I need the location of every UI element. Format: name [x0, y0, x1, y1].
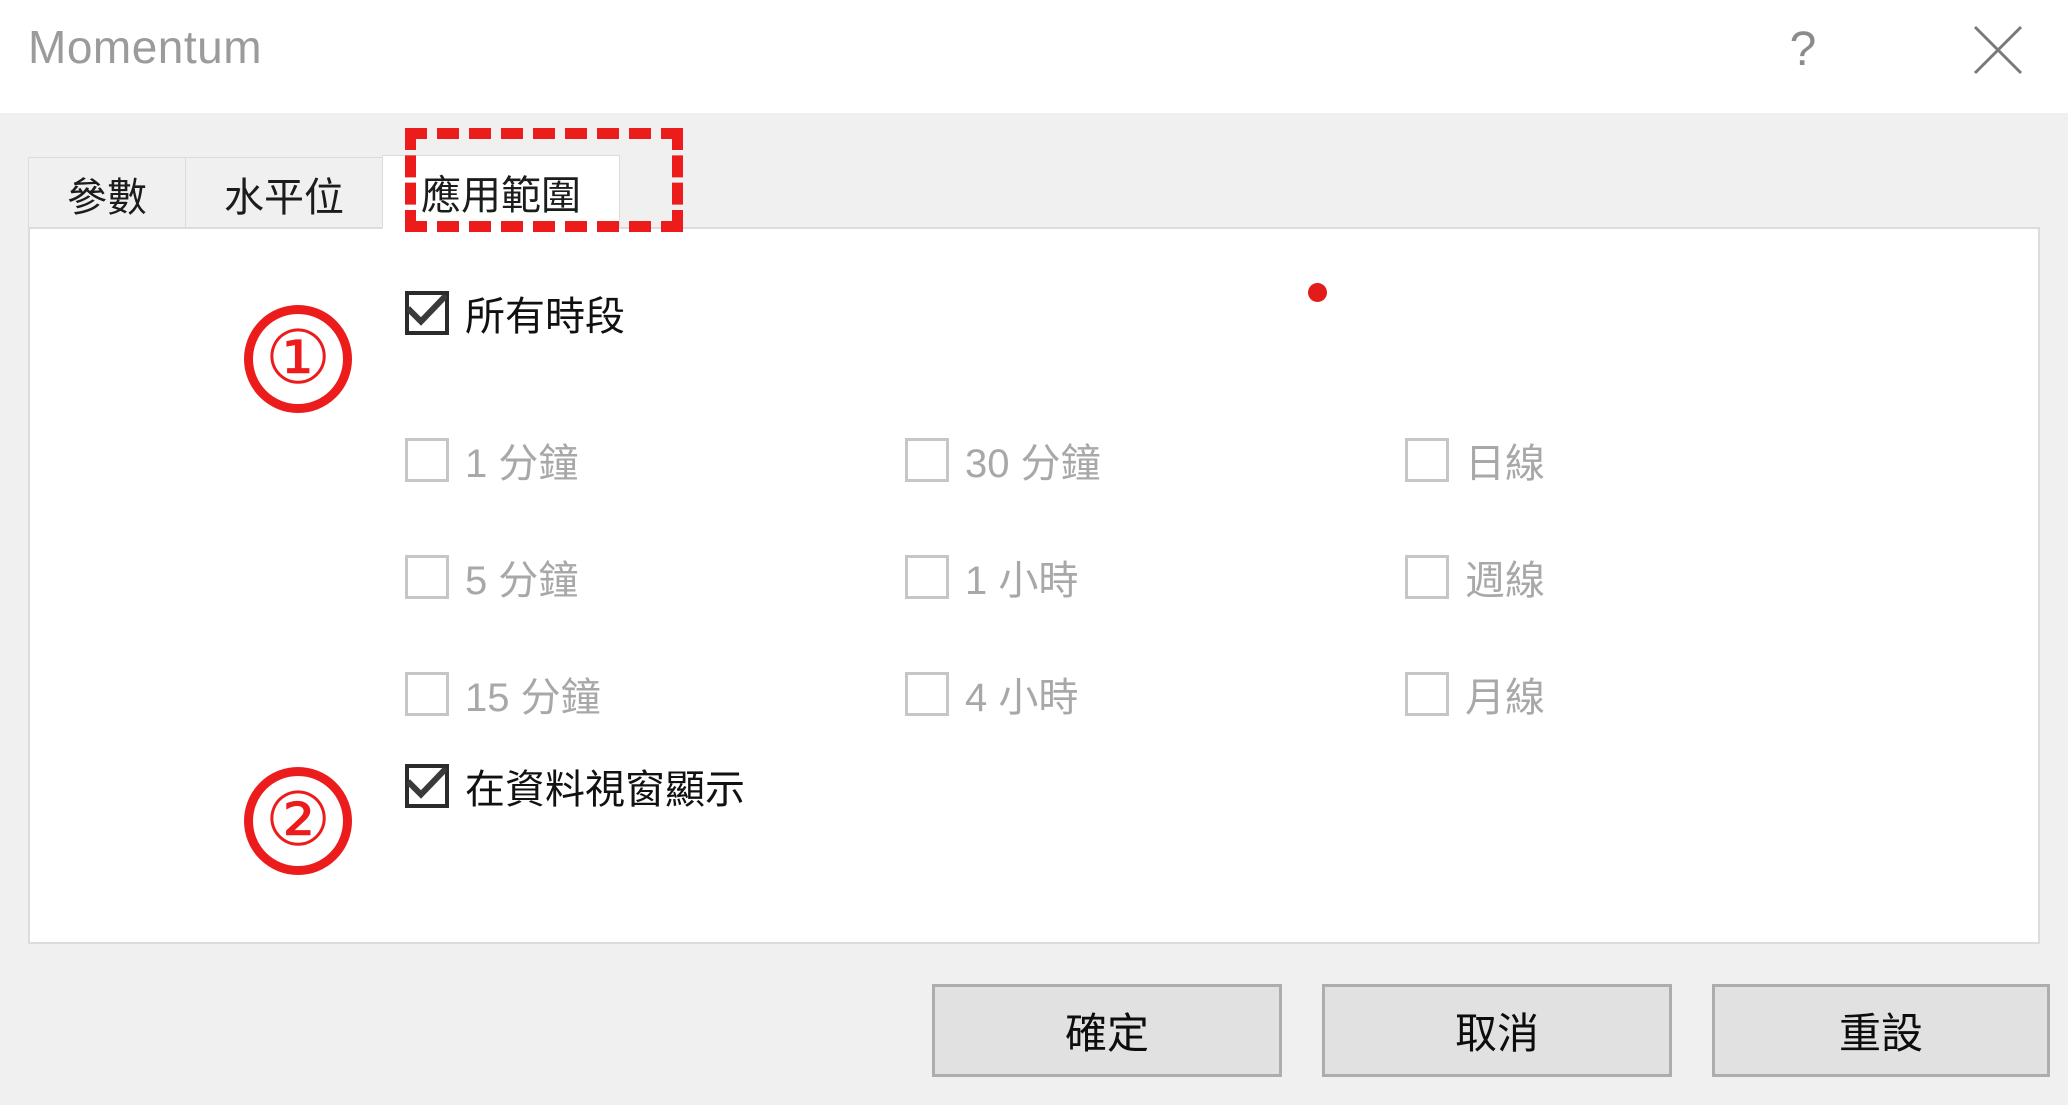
checkbox-4-hours-box[interactable]	[905, 671, 949, 716]
tab-apply-range[interactable]: 應用範圍	[382, 155, 620, 229]
momentum-dialog: Momentum ? 參數 水平位 應用範圍 所有時段 1 分鐘 30 分鐘 日…	[0, 0, 2068, 1105]
window-title: Momentum	[28, 21, 263, 73]
checkbox-15-minutes-label: 15 分鐘	[465, 675, 601, 720]
tab-levels[interactable]: 水平位	[185, 157, 383, 229]
timeframe-row: 5 分鐘 1 小時 週線	[405, 518, 1905, 635]
tab-levels-label: 水平位	[224, 175, 344, 220]
cancel-button[interactable]: 取消	[1322, 984, 1672, 1077]
ok-button-label: 確定	[1064, 1010, 1149, 1057]
checkbox-4-hours[interactable]: 4 小時	[905, 665, 1405, 723]
checkbox-30-minutes[interactable]: 30 分鐘	[905, 431, 1405, 489]
checkbox-1-hour-box[interactable]	[905, 554, 949, 599]
checkbox-show-in-data-window[interactable]: 在資料視窗顯示	[405, 757, 745, 815]
checkbox-15-minutes[interactable]: 15 分鐘	[405, 665, 905, 723]
checkbox-all-timeframes-box[interactable]	[405, 291, 449, 335]
reset-button[interactable]: 重設	[1712, 984, 2050, 1077]
close-button[interactable]	[1940, 0, 2056, 100]
close-icon	[1969, 21, 2027, 79]
checkbox-all-timeframes[interactable]: 所有時段	[405, 284, 625, 342]
checkbox-1-minute[interactable]: 1 分鐘	[405, 431, 905, 489]
checkbox-5-minutes-box[interactable]	[405, 554, 449, 599]
tab-parameters-label: 參數	[67, 175, 147, 220]
tab-strip: 參數 水平位 應用範圍	[28, 155, 620, 229]
checkbox-1-minute-box[interactable]	[405, 437, 449, 482]
checkbox-1-hour[interactable]: 1 小時	[905, 548, 1405, 606]
tab-parameters[interactable]: 參數	[28, 157, 186, 229]
checkbox-30-minutes-label: 30 分鐘	[965, 441, 1101, 486]
checkbox-weekly-box[interactable]	[1405, 554, 1449, 599]
question-mark-icon: ?	[1789, 23, 1817, 76]
apply-range-panel: 所有時段 1 分鐘 30 分鐘 日線 5 分鐘 1 小時 週線 15 分鐘 4 …	[28, 227, 2040, 944]
checkbox-daily-box[interactable]	[1405, 437, 1449, 482]
help-button[interactable]: ?	[1745, 0, 1861, 100]
checkbox-monthly[interactable]: 月線	[1405, 665, 1905, 723]
checkbox-5-minutes-label: 5 分鐘	[465, 558, 579, 603]
timeframe-row: 15 分鐘 4 小時 月線	[405, 635, 1905, 752]
checkbox-show-in-data-window-label: 在資料視窗顯示	[465, 768, 745, 812]
checkbox-30-minutes-box[interactable]	[905, 437, 949, 482]
checkbox-monthly-box[interactable]	[1405, 671, 1449, 716]
checkbox-15-minutes-box[interactable]	[405, 671, 449, 716]
dialog-footer: 確定 取消 重設	[0, 984, 2068, 1084]
checkbox-5-minutes[interactable]: 5 分鐘	[405, 548, 905, 606]
ok-button[interactable]: 確定	[932, 984, 1282, 1077]
checkbox-weekly[interactable]: 週線	[1405, 548, 1905, 606]
checkbox-weekly-label: 週線	[1465, 558, 1545, 603]
checkbox-daily-label: 日線	[1465, 441, 1545, 486]
checkbox-1-hour-label: 1 小時	[965, 558, 1079, 603]
checkbox-4-hours-label: 4 小時	[965, 675, 1079, 720]
checkbox-monthly-label: 月線	[1465, 675, 1545, 720]
tab-apply-range-label: 應用範圍	[421, 174, 581, 218]
check-icon	[405, 293, 449, 332]
check-icon	[405, 766, 449, 805]
checkbox-1-minute-label: 1 分鐘	[465, 441, 579, 486]
title-bar: Momentum ?	[0, 0, 2068, 113]
cancel-button-label: 取消	[1454, 1010, 1539, 1057]
timeframe-row: 1 分鐘 30 分鐘 日線	[405, 401, 1905, 518]
checkbox-all-timeframes-label: 所有時段	[465, 295, 625, 339]
reset-button-label: 重設	[1838, 1010, 1923, 1057]
checkbox-daily[interactable]: 日線	[1405, 431, 1905, 489]
timeframe-grid: 1 分鐘 30 分鐘 日線 5 分鐘 1 小時 週線 15 分鐘 4 小時 月線	[405, 401, 1905, 752]
checkbox-show-in-data-window-box[interactable]	[405, 764, 449, 808]
